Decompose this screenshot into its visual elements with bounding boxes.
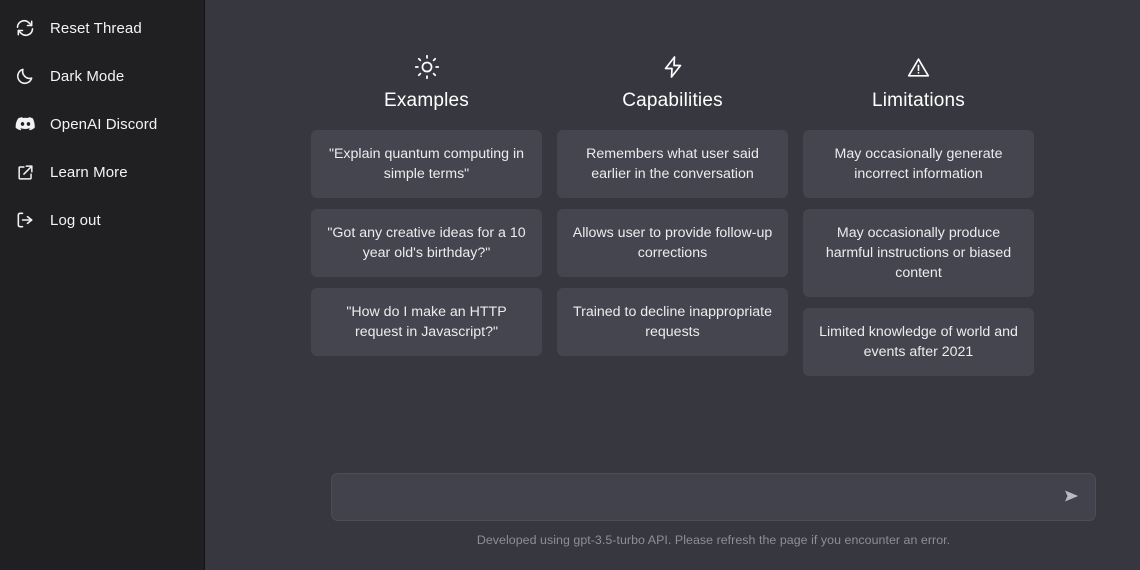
message-input[interactable] bbox=[332, 474, 1049, 520]
message-composer[interactable] bbox=[331, 473, 1096, 521]
limitation-card: May occasionally generate incorrect info… bbox=[803, 130, 1034, 198]
capability-card: Remembers what user said earlier in the … bbox=[557, 130, 788, 198]
column-title: Limitations bbox=[871, 90, 966, 111]
sidebar-item-reset-thread[interactable]: Reset Thread bbox=[0, 8, 204, 48]
column-capabilities: Capabilities Remembers what user said ea… bbox=[557, 52, 788, 387]
chatgpt-clone-window: Reset Thread Dark Mode OpenAI Discord Le… bbox=[0, 0, 1140, 570]
footer-note: Developed using gpt-3.5-turbo API. Pleas… bbox=[476, 533, 951, 547]
logout-icon bbox=[14, 209, 36, 231]
sidebar-item-label: Learn More bbox=[50, 163, 128, 181]
example-card[interactable]: "Explain quantum computing in simple ter… bbox=[311, 130, 542, 198]
lightning-bolt-icon bbox=[661, 52, 685, 82]
main-content: Examples "Explain quantum computing in s… bbox=[205, 0, 1140, 570]
sidebar-item-dark-mode[interactable]: Dark Mode bbox=[0, 56, 204, 96]
limitation-card: Limited knowledge of world and events af… bbox=[803, 308, 1034, 376]
capability-card: Trained to decline inappropriate request… bbox=[557, 288, 788, 356]
sidebar-item-log-out[interactable]: Log out bbox=[0, 200, 204, 240]
moon-icon bbox=[14, 65, 36, 87]
sidebar-item-openai-discord[interactable]: OpenAI Discord bbox=[0, 104, 204, 144]
sidebar-item-label: Dark Mode bbox=[50, 67, 125, 85]
sidebar-item-label: Log out bbox=[50, 211, 101, 229]
capability-card: Allows user to provide follow-up correct… bbox=[557, 209, 788, 277]
column-title: Examples bbox=[383, 90, 470, 111]
send-arrow-icon bbox=[1061, 485, 1083, 510]
discord-icon bbox=[14, 113, 36, 135]
column-limitations: Limitations May occasionally generate in… bbox=[803, 52, 1034, 387]
column-title: Capabilities bbox=[622, 90, 723, 111]
intro-columns: Examples "Explain quantum computing in s… bbox=[205, 52, 1140, 387]
sun-icon bbox=[414, 52, 440, 82]
example-card[interactable]: "How do I make an HTTP request in Javasc… bbox=[311, 288, 542, 356]
send-button[interactable] bbox=[1049, 474, 1095, 520]
warning-triangle-icon bbox=[906, 52, 931, 82]
column-examples: Examples "Explain quantum computing in s… bbox=[311, 52, 542, 387]
sidebar-item-label: Reset Thread bbox=[50, 19, 142, 37]
sidebar-item-learn-more[interactable]: Learn More bbox=[0, 152, 204, 192]
external-link-icon bbox=[14, 161, 36, 183]
limitation-card: May occasionally produce harmful instruc… bbox=[803, 209, 1034, 297]
sidebar: Reset Thread Dark Mode OpenAI Discord Le… bbox=[0, 0, 205, 570]
reset-icon bbox=[14, 17, 36, 39]
example-card[interactable]: "Got any creative ideas for a 10 year ol… bbox=[311, 209, 542, 277]
sidebar-item-label: OpenAI Discord bbox=[50, 115, 158, 133]
